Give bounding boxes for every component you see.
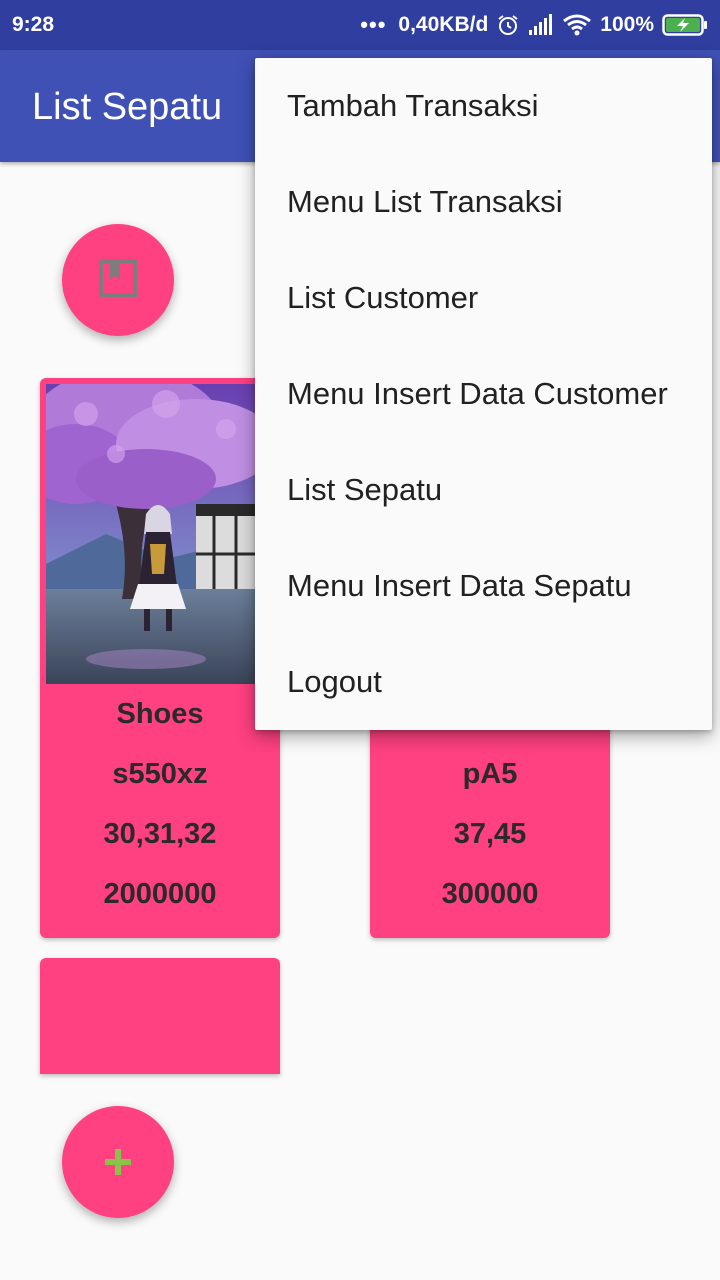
page-title: List Sepatu [32, 86, 223, 128]
menu-item-tambah-transaksi[interactable]: Tambah Transaksi [255, 58, 712, 154]
menu-item-list-customer[interactable]: List Customer [255, 250, 712, 346]
shoe-sizes: 37,45 [453, 818, 527, 850]
status-time: 9:28 [12, 13, 55, 36]
overflow-menu: Tambah Transaksi Menu List Transaksi Lis… [255, 58, 712, 730]
shoe-name: Shoes [116, 698, 204, 730]
alarm-icon [496, 13, 520, 37]
menu-item-logout[interactable]: Logout [255, 634, 712, 730]
shoe-card[interactable] [40, 958, 280, 1074]
menu-item-list-transaksi[interactable]: Menu List Transaksi [255, 154, 712, 250]
wifi-icon [562, 14, 592, 36]
battery-charging-icon [662, 13, 708, 37]
menu-item-insert-sepatu[interactable]: Menu Insert Data Sepatu [255, 538, 712, 634]
shoe-code: pA5 [462, 758, 518, 790]
top-fab-button[interactable] [62, 224, 174, 336]
shoe-code: s550xz [112, 758, 208, 790]
status-bar: 9:28 ••• 0,40KB/d 100% [0, 0, 720, 50]
shoe-image [46, 384, 274, 684]
shoe-card[interactable]: Shoes s550xz 30,31,32 2000000 [40, 378, 280, 938]
shoe-price: 300000 [441, 878, 539, 910]
shoe-price: 2000000 [103, 878, 217, 910]
shoe-sizes: 30,31,32 [103, 818, 217, 850]
more-notifications-icon: ••• [360, 12, 387, 37]
bookmark-icon [98, 258, 138, 303]
menu-item-list-sepatu[interactable]: List Sepatu [255, 442, 712, 538]
network-speed: 0,40KB/d [398, 13, 489, 36]
plus-icon [103, 1138, 133, 1186]
battery-percent: 100% [600, 13, 654, 36]
add-shoe-button[interactable] [62, 1106, 174, 1218]
signal-icon [528, 14, 554, 36]
menu-item-insert-customer[interactable]: Menu Insert Data Customer [255, 346, 712, 442]
